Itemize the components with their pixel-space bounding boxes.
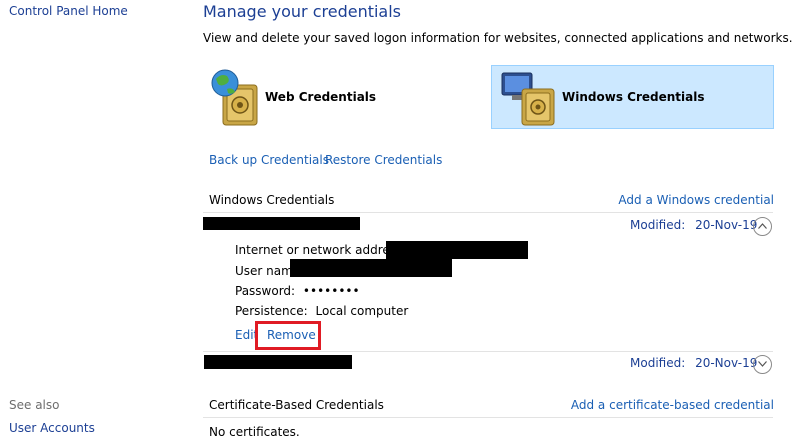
persistence-row: Persistence: Local computer <box>235 304 408 318</box>
windows-credentials-tile[interactable]: Windows Credentials <box>491 65 774 129</box>
windows-credentials-label: Windows Credentials <box>562 90 705 104</box>
backup-credentials-link[interactable]: Back up Credentials <box>209 153 329 167</box>
sidebar-see-also-label: See also <box>9 398 60 412</box>
add-windows-credential-link[interactable]: Add a Windows credential <box>618 193 774 207</box>
windows-vault-icon <box>500 67 558 127</box>
web-credentials-label: Web Credentials <box>265 90 377 104</box>
redacted-username <box>290 259 452 277</box>
remove-link[interactable]: Remove <box>267 328 316 342</box>
section-divider <box>203 212 773 213</box>
add-certificate-credential-link[interactable]: Add a certificate-based credential <box>571 398 774 412</box>
redacted-address <box>386 241 528 259</box>
entry2-modified-date: 20-Nov-19 <box>695 356 758 370</box>
entry2-modified-label: Modified: <box>630 356 686 370</box>
password-row: Password: •••••••• <box>235 284 360 298</box>
page-description: View and delete your saved logon informa… <box>203 31 793 45</box>
web-vault-icon <box>209 67 261 127</box>
restore-credentials-link[interactable]: Restore Credentials <box>325 153 442 167</box>
persistence-value: Local computer <box>315 304 409 318</box>
section-divider <box>203 417 773 418</box>
sidebar-control-panel-home[interactable]: Control Panel Home <box>9 4 128 18</box>
web-credentials-tile[interactable]: Web Credentials <box>209 66 469 128</box>
chevron-down-icon <box>758 359 767 370</box>
entry1-modified: Modified: 20-Nov-19 <box>630 218 757 232</box>
entry2-modified: Modified: 20-Nov-19 <box>630 356 757 370</box>
certificate-section-header: Certificate-Based Credentials <box>209 398 384 412</box>
redacted-credential-name <box>203 217 360 230</box>
redacted-credential-name <box>204 355 352 369</box>
expand-entry-button[interactable] <box>753 355 772 374</box>
chevron-up-icon <box>758 221 767 232</box>
entry-divider <box>203 351 773 352</box>
no-certificates-text: No certificates. <box>209 425 300 439</box>
windows-credentials-section-header: Windows Credentials <box>209 193 335 207</box>
persistence-label: Persistence: <box>235 304 308 318</box>
password-value: •••••••• <box>302 284 360 298</box>
sidebar-user-accounts[interactable]: User Accounts <box>9 421 95 435</box>
entry1-modified-label: Modified: <box>630 218 686 232</box>
collapse-entry-button[interactable] <box>753 217 772 236</box>
password-label: Password: <box>235 284 296 298</box>
address-label: Internet or network address: <box>235 243 407 257</box>
page-title: Manage your credentials <box>203 2 402 21</box>
entry1-modified-date: 20-Nov-19 <box>695 218 758 232</box>
